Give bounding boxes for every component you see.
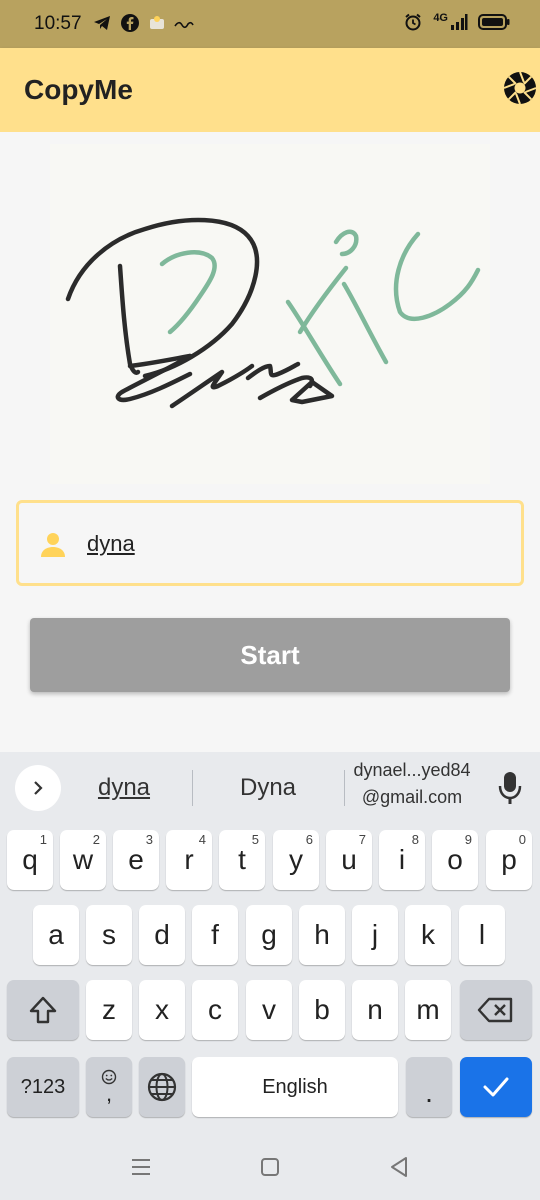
person-icon	[41, 533, 65, 557]
period-key[interactable]: .	[406, 1057, 452, 1117]
key-y[interactable]: y6	[273, 830, 319, 890]
key-b[interactable]: b	[299, 980, 345, 1040]
comma-label: ,	[105, 1081, 113, 1106]
key-m[interactable]: m	[405, 980, 451, 1040]
key-hint: 7	[358, 832, 366, 847]
home-icon[interactable]	[257, 1154, 283, 1180]
name-input[interactable]	[87, 525, 507, 563]
suggestion-email[interactable]: dynael...yed84 @gmail.com	[348, 760, 476, 808]
arabic-app-icon	[174, 21, 194, 29]
key-j[interactable]: j	[352, 905, 398, 965]
telegram-icon	[94, 16, 110, 30]
key-hint: 4	[198, 832, 206, 847]
key-label: y	[289, 844, 303, 875]
checkmark-icon	[483, 1077, 509, 1097]
camera-shutter-icon[interactable]	[502, 70, 538, 106]
key-hint: 1	[39, 832, 47, 847]
start-button[interactable]: Start	[30, 618, 510, 692]
signal-icon	[451, 14, 468, 30]
key-e[interactable]: e3	[113, 830, 159, 890]
backspace-icon	[477, 997, 513, 1023]
key-a[interactable]: a	[33, 905, 79, 965]
status-bar: 10:57 4G	[0, 0, 540, 48]
key-hint: 6	[305, 832, 313, 847]
recents-icon[interactable]	[128, 1154, 154, 1180]
main-content: Start	[0, 132, 540, 752]
key-w[interactable]: w2	[60, 830, 106, 890]
key-t[interactable]: t5	[219, 830, 265, 890]
key-n[interactable]: n	[352, 980, 398, 1040]
key-l[interactable]: l	[459, 905, 505, 965]
key-r[interactable]: r4	[166, 830, 212, 890]
notification-icon	[150, 16, 164, 29]
key-k[interactable]: k	[405, 905, 451, 965]
symbols-key[interactable]: ?123	[7, 1057, 79, 1117]
key-q[interactable]: q1	[7, 830, 53, 890]
chevron-right-icon	[34, 781, 43, 795]
key-hint: 8	[411, 832, 419, 847]
microphone-icon[interactable]	[496, 770, 524, 806]
key-label: p	[501, 844, 517, 875]
globe-icon	[147, 1072, 177, 1102]
suggestion-expand-button[interactable]	[15, 765, 61, 811]
suggestion-divider	[192, 770, 193, 806]
key-p[interactable]: p0	[486, 830, 532, 890]
key-h[interactable]: h	[299, 905, 345, 965]
key-label: i	[398, 844, 406, 875]
key-label: o	[447, 844, 463, 875]
alarm-icon	[405, 13, 421, 31]
enter-key[interactable]	[460, 1057, 532, 1117]
key-z[interactable]: z	[86, 980, 132, 1040]
key-d[interactable]: d	[139, 905, 185, 965]
key-f[interactable]: f	[192, 905, 238, 965]
emoji-comma-key[interactable]: ,	[86, 1057, 132, 1117]
key-label: u	[341, 844, 357, 875]
signature-green-strokes	[159, 229, 481, 387]
suggestion-2[interactable]: Dyna	[234, 774, 302, 802]
key-i[interactable]: i8	[379, 830, 425, 890]
key-label: q	[22, 844, 38, 875]
key-o[interactable]: o9	[432, 830, 478, 890]
key-x[interactable]: x	[139, 980, 185, 1040]
status-left-icons	[92, 13, 194, 33]
app-title: CopyMe	[24, 74, 133, 105]
key-label: t	[238, 844, 246, 875]
suggestion-bar: dyna Dyna dynael...yed84 @gmail.com	[0, 752, 540, 824]
name-field[interactable]	[16, 500, 524, 586]
key-hint: 0	[518, 832, 526, 847]
status-right-icons: 4G	[403, 12, 510, 32]
suggestion-divider	[344, 770, 345, 806]
key-s[interactable]: s	[86, 905, 132, 965]
status-time: 10:57	[34, 13, 82, 34]
signature-dark-strokes	[65, 217, 335, 409]
back-icon[interactable]	[386, 1154, 412, 1180]
shift-arrow-icon	[29, 996, 57, 1024]
network-type-label: 4G	[433, 12, 448, 24]
suggestion-email-line2: @gmail.com	[361, 787, 463, 807]
facebook-icon	[121, 14, 139, 32]
shift-key[interactable]	[7, 980, 79, 1040]
backspace-key[interactable]	[460, 980, 532, 1040]
key-hint: 2	[92, 832, 100, 847]
key-g[interactable]: g	[246, 905, 292, 965]
battery-icon	[478, 14, 510, 30]
nav-bar	[0, 1134, 540, 1200]
language-key[interactable]	[139, 1057, 185, 1117]
key-hint: 3	[145, 832, 153, 847]
suggestion-1[interactable]: dyna	[92, 774, 156, 802]
signature-canvas[interactable]	[50, 144, 490, 484]
key-v[interactable]: v	[246, 980, 292, 1040]
key-label: r	[184, 844, 194, 875]
key-label: e	[128, 844, 144, 875]
key-c[interactable]: c	[192, 980, 238, 1040]
key-hint: 9	[464, 832, 472, 847]
key-hint: 5	[251, 832, 259, 847]
space-key[interactable]: English	[192, 1057, 398, 1117]
key-label: w	[72, 844, 94, 875]
suggestion-email-line1: dynael...yed84	[353, 760, 471, 780]
keyboard: dyna Dyna dynael...yed84 @gmail.com q1 w…	[0, 752, 540, 1134]
key-u[interactable]: u7	[326, 830, 372, 890]
app-bar: CopyMe	[0, 48, 540, 132]
